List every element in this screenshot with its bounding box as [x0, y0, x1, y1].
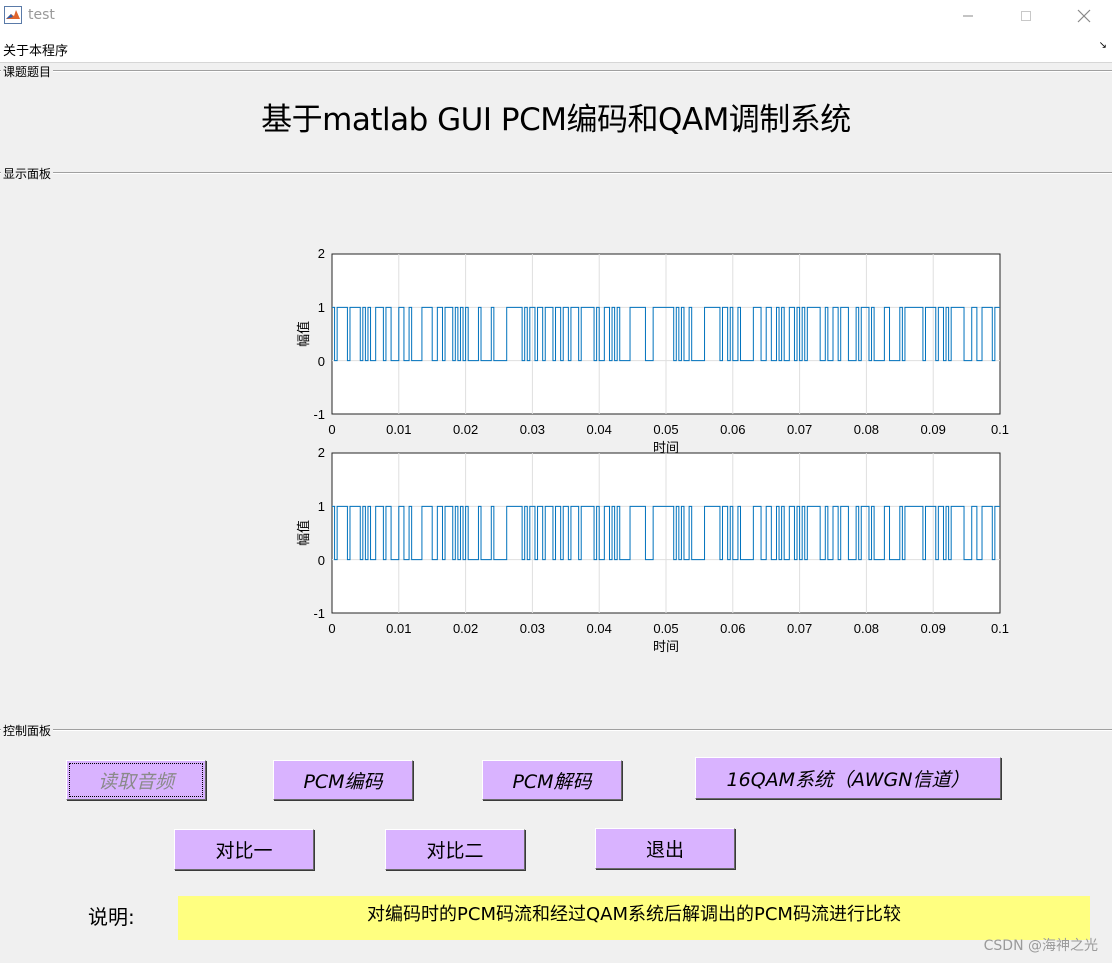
plot-1[interactable]: 2 1 0 -1 0 0.01 0.02 0.03 0.04 0.05 0.06 0.07 0.…	[296, 246, 1009, 456]
compare-one-button[interactable]: 对比一	[174, 829, 314, 870]
xtick-label: 0.02	[453, 422, 478, 437]
plot-1-ytick-neg1: -1	[313, 407, 325, 422]
qam-system-button[interactable]: 16QAM系统（AWGN信道）	[695, 757, 1001, 799]
exit-button[interactable]: 退出	[595, 828, 735, 869]
xtick-label: 0.05	[653, 422, 678, 437]
xtick-label: 0.08	[854, 422, 879, 437]
pcm-encode-button[interactable]: PCM编码	[273, 760, 413, 800]
xtick-label: 0.01	[386, 621, 411, 636]
xtick-label: 0.1	[991, 422, 1009, 437]
plot-2-xlabel: 时间	[653, 640, 679, 655]
plots-canvas: 2 1 0 -1 0 0.01 0.02 0.03 0.04 0.05 0.06 0.07 0.…	[296, 246, 1009, 655]
plot-2-ytick-2: 2	[318, 445, 325, 460]
xtick-label: 0.02	[453, 621, 478, 636]
xtick-label: 0.09	[921, 621, 946, 636]
xtick-label: 0.04	[587, 621, 612, 636]
xtick-label: 0.05	[653, 621, 678, 636]
xtick-label: 0.04	[587, 422, 612, 437]
plot-2-ylabel: 幅值	[296, 520, 312, 546]
control-panel-label: 控制面板	[1, 722, 54, 739]
plot-2[interactable]: 2 1 0 -1 0 0.01 0.02 0.03 0.04 0.05 0.06 0.07 0.…	[296, 445, 1009, 655]
pcm-decode-button[interactable]: PCM解码	[482, 760, 622, 800]
plot-1-ytick-2: 2	[318, 246, 325, 261]
xtick-label: 0.07	[787, 621, 812, 636]
plot-1-ylabel: 幅值	[296, 321, 312, 347]
plot-1-ytick-0: 0	[318, 354, 325, 369]
xtick-label: 0.07	[787, 422, 812, 437]
plot-1-xticks: 0 0.01 0.02 0.03 0.04 0.05 0.06 0.07 0.08 0.09 0.1	[328, 422, 1009, 437]
display-panel-label: 显示面板	[1, 165, 54, 182]
xtick-label: 0.03	[520, 422, 545, 437]
read-audio-button[interactable]: 读取音频	[66, 760, 206, 800]
watermark: CSDN @海神之光	[983, 938, 1098, 954]
xtick-label: 0.06	[720, 621, 745, 636]
plot-2-ytick-neg1: -1	[313, 606, 325, 621]
plot-2-ytick-1: 1	[318, 499, 325, 514]
xtick-label: 0.03	[520, 621, 545, 636]
explain-text: 对编码时的PCM码流和经过QAM系统后解调出的PCM码流进行比较	[367, 904, 901, 925]
plot-2-xticks: 0 0.01 0.02 0.03 0.04 0.05 0.06 0.07 0.08 0.09 0.1	[328, 621, 1009, 636]
plot-1-ytick-1: 1	[318, 300, 325, 315]
title-panel-label: 课题题目	[1, 63, 54, 80]
xtick-label: 0	[328, 621, 335, 636]
xtick-label: 0.08	[854, 621, 879, 636]
plot-2-ytick-0: 0	[318, 553, 325, 568]
xtick-label: 0.09	[921, 422, 946, 437]
xtick-label: 0.1	[991, 621, 1009, 636]
xtick-label: 0.06	[720, 422, 745, 437]
explain-label: 说明:	[88, 905, 135, 929]
explain-box: 对编码时的PCM码流和经过QAM系统后解调出的PCM码流进行比较	[178, 896, 1090, 940]
xtick-label: 0	[328, 422, 335, 437]
xtick-label: 0.01	[386, 422, 411, 437]
compare-two-button[interactable]: 对比二	[385, 829, 525, 870]
